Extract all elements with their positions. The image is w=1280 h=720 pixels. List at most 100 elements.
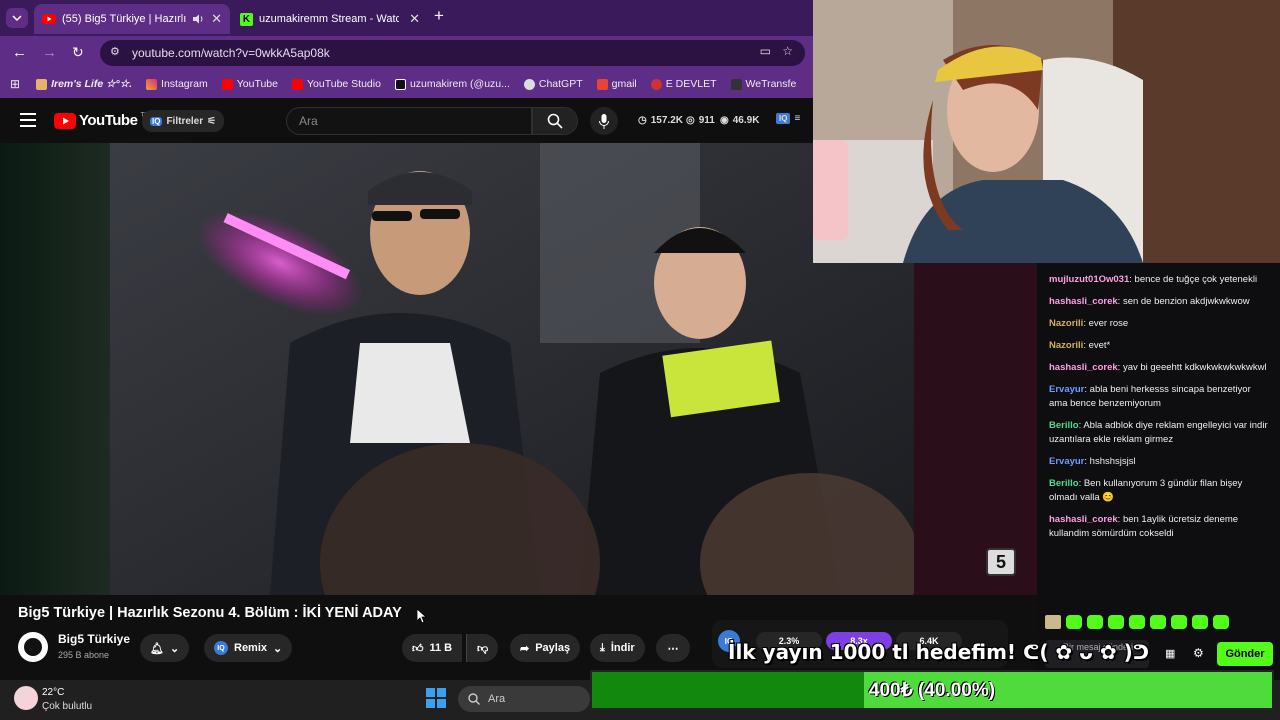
video-frame — [110, 143, 914, 595]
extension-button[interactable]: IQ ≡ — [776, 113, 800, 124]
emote-icon[interactable] — [1192, 615, 1208, 629]
bookmark-item[interactable]: ChatGPT — [523, 78, 583, 90]
download-button[interactable]: ⤓ İndir — [590, 634, 645, 662]
weather-icon — [14, 686, 38, 710]
bookmark-item[interactable]: Instagram — [146, 78, 208, 90]
emote-icon[interactable] — [1087, 615, 1103, 629]
chat-message: hashasli_corek: ben 1aylik ücretsiz dene… — [1049, 514, 1239, 539]
mouse-cursor-icon — [417, 609, 427, 623]
notifications-button[interactable]: 🔔︎ ⌄ — [140, 634, 190, 662]
star-icon[interactable]: ☆ — [782, 44, 793, 58]
chatgpt-icon — [523, 78, 535, 90]
share-button[interactable]: ➦ Paylaş — [510, 634, 581, 662]
bookmark-item[interactable]: uzumakirem (@uzu... — [394, 78, 510, 90]
chat-message: hashasli_corek: yav bi geeehtt kdkwkwkwk… — [1049, 362, 1267, 373]
cast-icon[interactable]: ▭ — [760, 44, 771, 58]
donation-goal-text: İlk yayın 1000 tl hedefim! ᕦ( ✿ ᴗ ✿ )ᕤ — [728, 640, 1150, 664]
tab-list-button[interactable] — [6, 8, 28, 28]
microphone-icon — [599, 113, 609, 129]
emote-icon[interactable] — [1108, 615, 1124, 629]
chat-message: hashasli_corek: sen de benzion akdjwkwkw… — [1049, 296, 1250, 307]
bookmark-item[interactable]: YouTube — [221, 78, 278, 90]
back-arrow-icon[interactable]: ← — [12, 44, 27, 61]
forward-arrow-icon[interactable]: → — [42, 44, 57, 61]
donation-goal-progress: 400₺ (40.00%) — [868, 679, 996, 701]
temperature[interactable]: 22°C — [42, 687, 64, 698]
tab-youtube[interactable]: (55) Big5 Türkiye | Hazırlık S ✕ — [34, 4, 230, 34]
browser-tab-bar: (55) Big5 Türkiye | Hazırlık S ✕ K uzuma… — [0, 0, 813, 36]
gmail-icon — [596, 78, 608, 90]
eye-icon: ◉ — [720, 115, 729, 126]
clock-icon: ◷ — [638, 115, 647, 126]
chat-message: mujluzut01Ow031: bence de tuğçe çok yete… — [1049, 274, 1258, 285]
tab-title: (55) Big5 Türkiye | Hazırlık S — [62, 13, 186, 25]
taskbar-search[interactable]: Ara — [458, 686, 590, 712]
chat-message: Nazorili: evet* — [1049, 340, 1111, 351]
bookmark-item[interactable]: E DEVLET — [650, 78, 717, 90]
big5-logo-watermark: 5 — [986, 548, 1016, 576]
youtube-header: YouTube TR IQ Filtreler ⚟ Ara ◷157.2K ◎9… — [0, 100, 813, 142]
channel-name[interactable]: Big5 Türkiye — [58, 632, 130, 646]
kick-favicon-icon: K — [240, 12, 253, 26]
emote-icon[interactable] — [1213, 615, 1229, 629]
tiktok-icon — [394, 78, 406, 90]
url-bar[interactable]: ⚙ youtube.com/watch?v=0wkkA5ap08k ▭ ☆ — [100, 40, 805, 66]
emote-icon[interactable] — [1150, 615, 1166, 629]
youtube-studio-icon — [291, 78, 303, 90]
bookmark-item[interactable]: Irem's Life ☆°☆. — [36, 78, 132, 90]
bookmark-item[interactable]: WeTransfe — [730, 78, 796, 90]
video-title: Big5 Türkiye | Hazırlık Sezonu 4. Bölüm … — [18, 605, 402, 621]
chat-message: Ervayur: hshshsjsjsl — [1049, 456, 1136, 467]
close-tab-icon[interactable]: ✕ — [409, 11, 420, 27]
reload-icon[interactable]: ↻ — [72, 44, 84, 61]
apps-grid-icon[interactable]: ⊞ — [10, 77, 20, 91]
youtube-logo-icon — [54, 112, 76, 129]
like-button[interactable]: 👍︎ 11 B — [402, 634, 463, 662]
close-tab-icon[interactable]: ✕ — [211, 11, 222, 27]
chevron-down-icon: ⌄ — [169, 642, 180, 655]
new-tab-icon[interactable]: + — [434, 6, 444, 26]
video-player[interactable] — [110, 143, 914, 595]
remix-button[interactable]: IQ Remix ⌄ — [204, 634, 293, 662]
more-actions-button[interactable]: ⋯ — [656, 634, 690, 662]
bell-icon: 🔔︎ — [150, 642, 164, 655]
sliders-icon: ⚟ — [207, 115, 217, 127]
webcam-image — [813, 0, 1280, 263]
gear-icon[interactable]: ⚙ — [1193, 646, 1204, 660]
iq-badge-icon: IQ — [214, 641, 228, 655]
shop-icon[interactable]: ▦ — [1165, 647, 1175, 660]
likes-stat: ◎ 911 — [686, 115, 715, 126]
channel-logo-icon — [24, 638, 42, 656]
speaker-icon[interactable] — [192, 14, 204, 24]
send-button[interactable]: Gönder — [1217, 642, 1273, 666]
search-input[interactable]: Ara — [286, 107, 532, 135]
emote-icon[interactable] — [1129, 615, 1145, 629]
youtube-logo[interactable]: YouTube TR — [54, 112, 150, 129]
iq-badge-icon: IQ — [150, 116, 163, 126]
youtube-icon — [221, 78, 233, 90]
chevron-down-icon — [12, 15, 22, 21]
filters-button[interactable]: IQ Filtreler ⚟ — [142, 110, 225, 132]
channel-avatar[interactable] — [18, 632, 48, 662]
menu-icon[interactable] — [20, 113, 36, 127]
list-icon: ≡ — [794, 113, 801, 124]
voice-search-button[interactable] — [590, 107, 618, 135]
instagram-icon — [146, 78, 158, 90]
windows-start-icon[interactable] — [426, 688, 446, 708]
tab-kick[interactable]: K uzumakiremm Stream - Watch ✕ — [232, 4, 428, 34]
stream-chat: mujluzut01Ow031: bence de tuğçe çok yete… — [1037, 263, 1280, 635]
views-stat: ◷ 157.2K — [638, 115, 683, 126]
bookmark-item[interactable]: YouTube Studio — [291, 78, 381, 90]
search-icon — [468, 693, 480, 705]
url-text: youtube.com/watch?v=0wkkA5ap08k — [132, 46, 330, 60]
search-button[interactable] — [532, 107, 578, 135]
wetransfer-icon — [730, 78, 742, 90]
emote-icon[interactable] — [1066, 615, 1082, 629]
emote-icon[interactable] — [1045, 615, 1061, 629]
site-info-icon[interactable]: ⚙ — [110, 45, 120, 58]
browser-toolbar: ← → ↻ ⚙ youtube.com/watch?v=0wkkA5ap08k … — [0, 36, 813, 70]
emote-icon[interactable] — [1171, 615, 1187, 629]
dislike-button[interactable]: 👎︎ — [466, 634, 499, 662]
watching-stat: ◉ 46.9K — [720, 115, 760, 126]
bookmark-item[interactable]: gmail — [596, 78, 637, 90]
